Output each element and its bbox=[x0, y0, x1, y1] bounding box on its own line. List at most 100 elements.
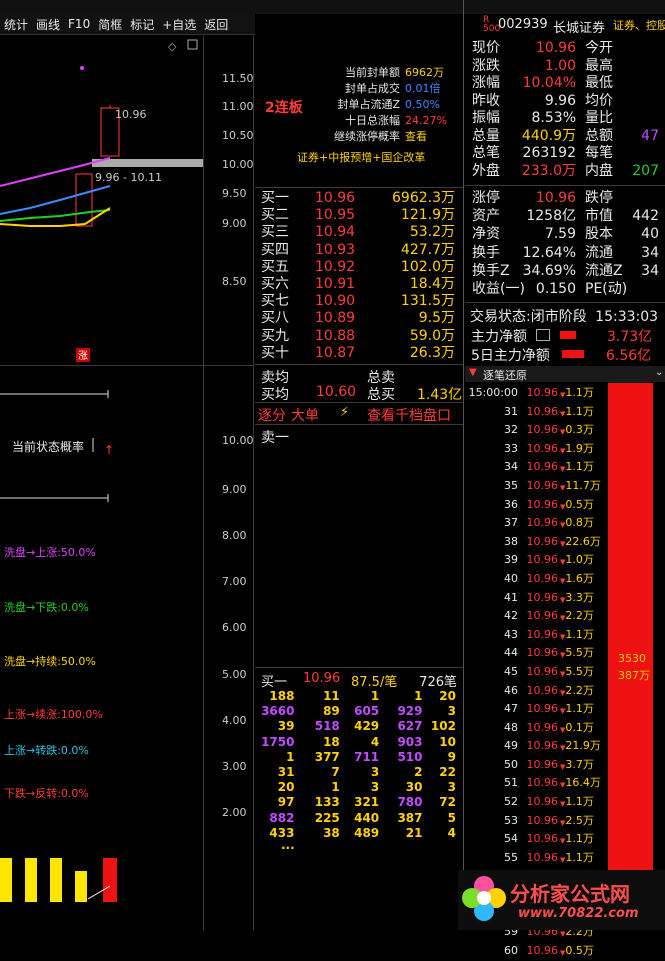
axis-tick: 11.50 bbox=[222, 72, 254, 85]
queue-cell: 903 bbox=[397, 734, 423, 749]
quote-label: 每笔 bbox=[585, 145, 613, 161]
queue-cell: 429 bbox=[354, 719, 380, 734]
toolbar-mark[interactable]: 标记 bbox=[126, 16, 158, 33]
queue-more[interactable]: ··· bbox=[261, 841, 456, 856]
queue-avg: 87.5/笔 bbox=[351, 675, 398, 690]
quote-value bbox=[617, 145, 665, 163]
tick-price: 10.96 bbox=[526, 646, 559, 660]
toolbar-add-watchlist[interactable]: +自选 bbox=[158, 16, 200, 33]
tick-volume: 21.9万 bbox=[565, 739, 601, 753]
chart-toolbar: 统计 画线 F10 简框 标记 +自选 返回 bbox=[0, 14, 255, 35]
tab-zhubi[interactable]: 逐分 bbox=[258, 405, 286, 425]
tick-time: 38 bbox=[504, 534, 518, 548]
tick-time: 47 bbox=[504, 702, 518, 716]
queue-cell: 72 bbox=[439, 795, 456, 810]
tick-time: 34 bbox=[504, 460, 518, 474]
tab-dadan[interactable]: 大单 bbox=[291, 405, 319, 425]
tick-row: 48 10.96 ▼ 0.1万 bbox=[466, 720, 606, 739]
queue-level: 买一 bbox=[261, 675, 288, 690]
quote-label: 净资 bbox=[472, 226, 500, 243]
seal-float-ratio: 0.50% bbox=[405, 98, 440, 111]
tick-volume: 1.1万 bbox=[565, 795, 594, 809]
tick-volume: 1.1万 bbox=[565, 832, 594, 846]
tick-time: 37 bbox=[504, 516, 518, 530]
tick-price: 10.96 bbox=[526, 609, 559, 623]
buy-total-value: 1.43亿 bbox=[417, 387, 463, 403]
quote-label: 均价 bbox=[585, 92, 613, 109]
queue-cell: 1 bbox=[331, 780, 340, 795]
quote-value: 8.53% bbox=[531, 110, 576, 126]
quote-value bbox=[629, 280, 665, 298]
buy-avg-value: 10.60 bbox=[316, 384, 357, 400]
level-name: 买六 bbox=[261, 276, 289, 293]
kline-chart[interactable]: ◇ 10.96 9.96 - 10.11 涨 bbox=[0, 36, 203, 366]
quote-label: 总笔 bbox=[472, 145, 500, 161]
main-net-bar bbox=[560, 331, 576, 339]
queue-cell: 18 bbox=[323, 734, 340, 749]
level-volume: 18.4万 bbox=[409, 276, 455, 293]
quote-row: 外盘 233.0万 bbox=[472, 163, 582, 181]
tick-volume: 16.4万 bbox=[565, 776, 601, 790]
queue-cell: 4 bbox=[447, 825, 456, 840]
axis-tick: 7.00 bbox=[222, 575, 247, 588]
stock-tag[interactable]: 证券、控股 bbox=[613, 17, 665, 33]
quote-value: 12.64% bbox=[522, 244, 576, 261]
queue-cell: 605 bbox=[354, 704, 380, 719]
quote-label: 收益(一) bbox=[472, 281, 525, 298]
axis-tick: 5.00 bbox=[222, 668, 247, 681]
axis-tick: 10.00 bbox=[222, 434, 254, 447]
main-net5-value: 6.56亿 bbox=[606, 348, 652, 364]
divider bbox=[255, 402, 463, 403]
level-volume: 131.5万 bbox=[400, 293, 455, 310]
quote-row: 涨幅 10.04% bbox=[472, 75, 582, 93]
trade-time: 15:33:03 bbox=[595, 309, 659, 325]
tick-time: 44 bbox=[504, 646, 518, 660]
tick-price: 10.96 bbox=[526, 850, 559, 864]
quote-value: 10.04% bbox=[522, 75, 576, 91]
queue-row: 882 225 440 387 5 bbox=[261, 811, 456, 826]
quote-label: 最低 bbox=[585, 75, 613, 91]
tick-row: 54 10.96 ▼ 1.1万 bbox=[466, 831, 606, 850]
divider bbox=[203, 36, 204, 930]
tick-volume: 1.1万 bbox=[565, 850, 594, 864]
toolbar-draw[interactable]: 画线 bbox=[32, 16, 64, 33]
toolbar-frame[interactable]: 简框 bbox=[94, 16, 126, 33]
toolbar-stats[interactable]: 统计 bbox=[0, 16, 32, 33]
level-volume: 26.3万 bbox=[409, 344, 455, 361]
tick-volume: 1.9万 bbox=[565, 441, 594, 455]
quote-value: 207 bbox=[632, 162, 659, 179]
axis-tick: 11.00 bbox=[222, 100, 254, 113]
info-label: 当前封单额 bbox=[345, 66, 400, 79]
main-net-label: 主力净额 bbox=[471, 329, 527, 345]
tick-row: 49 10.96 ▼ 21.9万 bbox=[466, 738, 606, 757]
queue-cell: 321 bbox=[354, 795, 380, 810]
level-volume: 427.7万 bbox=[400, 241, 455, 258]
trade-state-label: 交易状态: bbox=[470, 309, 531, 325]
toolbar-f10[interactable]: F10 bbox=[64, 17, 94, 31]
quote-value bbox=[617, 110, 665, 128]
tick-price: 10.96 bbox=[526, 813, 559, 827]
tab-qiandang[interactable]: 查看千档盘口 bbox=[367, 405, 451, 425]
tick-volume: 5.5万 bbox=[565, 664, 594, 678]
tick-time: 32 bbox=[504, 423, 518, 437]
quote-value: 34.69% bbox=[522, 262, 576, 279]
level-name: 买一 bbox=[261, 190, 289, 206]
tick-time: 46 bbox=[504, 683, 518, 697]
tick-time: 60 bbox=[504, 943, 518, 957]
prob-title: 当前状态概率 bbox=[12, 440, 85, 454]
tick-row: 60 10.96 ▼ 0.5万 bbox=[466, 943, 606, 961]
tick-price: 10.96 bbox=[526, 460, 559, 474]
ten-day-gain: 24.27% bbox=[405, 114, 447, 127]
quote-value: 1.00 bbox=[544, 57, 576, 74]
tick-price: 10.96 bbox=[526, 702, 559, 716]
tick-price: 10.96 bbox=[526, 776, 559, 790]
queue-cell: 3 bbox=[447, 704, 456, 719]
divider bbox=[255, 424, 463, 425]
level-volume: 9.5万 bbox=[418, 310, 455, 327]
toolbar-back[interactable]: 返回 bbox=[200, 16, 232, 33]
level-volume: 121.9万 bbox=[400, 207, 455, 224]
continue-prob-link[interactable]: 查看 bbox=[405, 129, 447, 145]
window-title-bar bbox=[0, 0, 665, 14]
tick-volume: 11.7万 bbox=[565, 478, 601, 492]
tick-volume: 1.0万 bbox=[565, 553, 594, 567]
